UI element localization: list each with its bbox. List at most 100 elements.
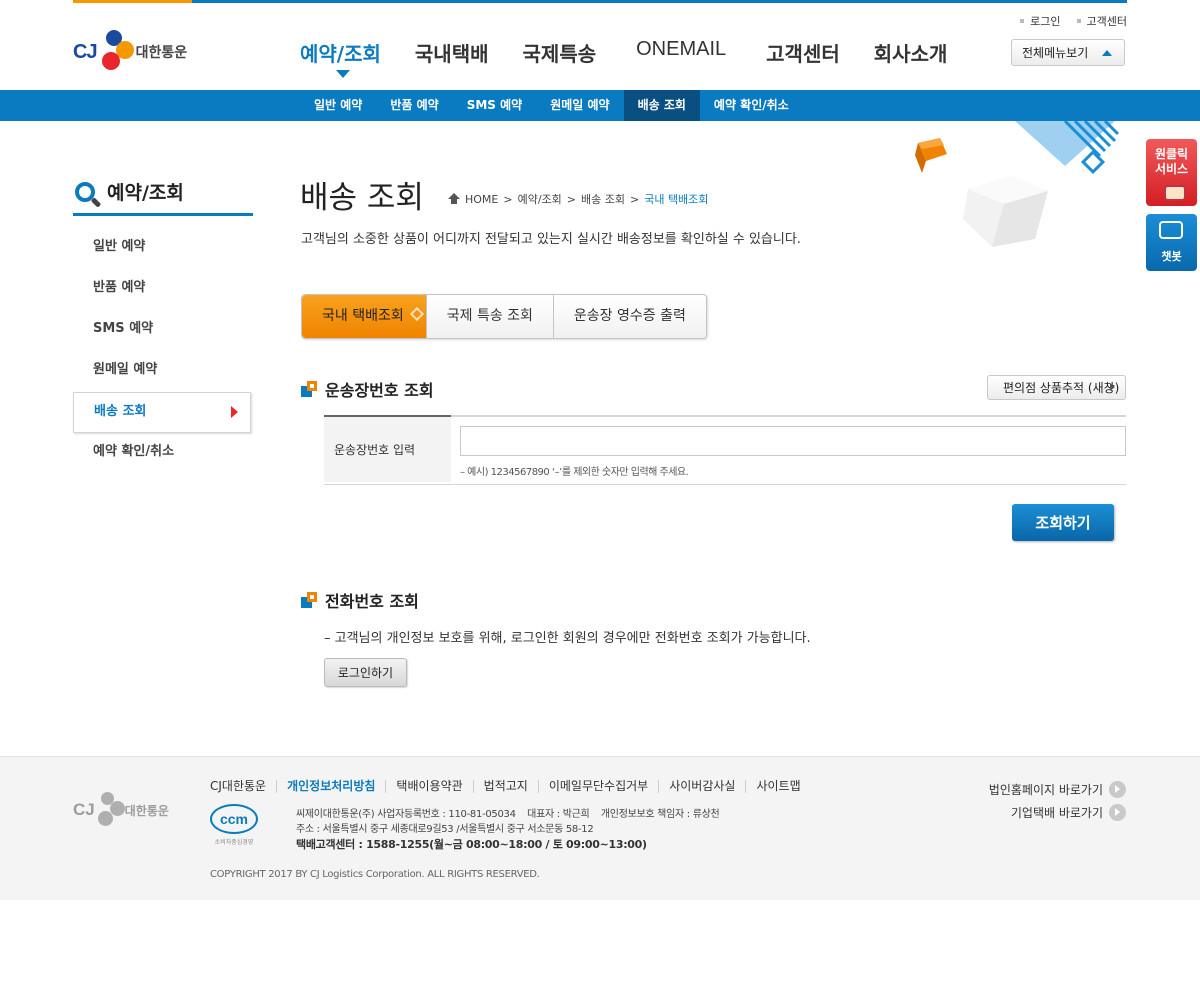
business-parcel-link[interactable]: 기업택배 바로가기: [989, 804, 1126, 821]
sidebar-item-return[interactable]: 반품 예약: [73, 269, 251, 310]
breadcrumb-sep: >: [503, 192, 513, 206]
login-link[interactable]: 로그인: [1020, 13, 1061, 29]
sidebar-title: 예약/조회: [73, 178, 253, 216]
footer-link-cyber-audit[interactable]: 사이버감사실: [658, 780, 745, 793]
gnb-reservation[interactable]: 예약/조회: [300, 38, 381, 78]
login-link-label: 로그인: [1030, 15, 1061, 28]
search-button[interactable]: 조회하기: [1012, 504, 1114, 541]
store-tracking-button[interactable]: 편의점 상품추적 (새창): [987, 375, 1126, 400]
subnav-tracking[interactable]: 배송 조회: [623, 90, 700, 121]
tab-domestic-label: 국내 택배조회: [322, 308, 404, 324]
company-info: 씨제이대한통운(주) 사업자등록번호 : 110-81-05034 대표자 : …: [296, 807, 720, 852]
chat-bubble-icon: [1159, 221, 1183, 239]
tab-receipt-print[interactable]: 운송장 영수증 출력: [554, 295, 706, 338]
footer-link-sitemap[interactable]: 사이트맵: [745, 780, 810, 793]
footer-logo: CJ 대한통운: [73, 790, 169, 830]
footer-links: CJ대한통운 개인정보처리방침 택배이용약관 법적고지 이메일무단수집거부 사이…: [210, 780, 811, 793]
waybill-field-label: 운송장번호 입력: [324, 415, 451, 482]
breadcrumb-sep: >: [566, 192, 576, 206]
ccm-badge-sub: 소비자중심경영: [214, 839, 254, 846]
waybill-input[interactable]: [460, 426, 1126, 456]
arrow-circle-icon: [1109, 804, 1126, 821]
subnav-general[interactable]: 일반 예약: [300, 90, 376, 121]
pointer-hand-icon: [1164, 185, 1186, 201]
subnav-return[interactable]: 반품 예약: [376, 90, 452, 121]
tab-domestic[interactable]: 국내 택배조회: [302, 295, 427, 338]
all-menu-button[interactable]: 전체메뉴보기: [1011, 39, 1125, 66]
decorative-cubes-graphic: [915, 121, 1120, 247]
active-arrow-icon: [336, 70, 350, 78]
caret-up-icon: [1102, 50, 1112, 56]
gnb-international[interactable]: 국제특송: [523, 38, 597, 67]
section-bullet-icon: [301, 381, 317, 397]
utility-links: 로그인 고객센터: [1020, 13, 1127, 29]
sidebar-item-sms[interactable]: SMS 예약: [73, 310, 251, 351]
subnav-confirm-cancel[interactable]: 예약 확인/취소: [700, 90, 803, 121]
page-title: 배송 조회: [300, 180, 424, 216]
footer-link-legal[interactable]: 법적고지: [472, 780, 538, 793]
arrow-right-icon: [1110, 383, 1115, 391]
logo-mark-icon: [98, 28, 134, 76]
customer-center-link-label: 고객센터: [1086, 15, 1127, 28]
search-icon: [73, 178, 103, 210]
phone-note: – 고객님의 개인정보 보호를 위해, 로그인한 회원의 경우에만 전화번호 조…: [324, 631, 811, 646]
subnav-sms[interactable]: SMS 예약: [453, 90, 537, 121]
waybill-heading: 운송장번호 조회: [301, 377, 434, 401]
corporate-homepage-link[interactable]: 법인홈페이지 바로가기: [989, 781, 1126, 798]
sidebar-item-tracking[interactable]: 배송 조회: [73, 392, 251, 433]
chatbot-button[interactable]: 챗봇: [1146, 214, 1197, 271]
sidebar-item-general[interactable]: 일반 예약: [73, 228, 251, 269]
tracking-tabs: 국내 택배조회 국제 특송 조회 운송장 영수증 출력: [301, 294, 707, 339]
bullet-icon: [1076, 19, 1081, 23]
arrow-circle-icon: [1109, 781, 1126, 798]
footer: CJ 대한통운 CJ대한통운 개인정보처리방침 택배이용약관 법적고지 이메일무…: [0, 756, 1200, 900]
customer-center-link[interactable]: 고객센터: [1076, 13, 1127, 29]
breadcrumb-reservation[interactable]: 예약/조회: [518, 191, 562, 207]
all-menu-label: 전체메뉴보기: [1022, 46, 1089, 60]
gnb-customer-center[interactable]: 고객센터: [766, 38, 840, 67]
breadcrumb: HOME > 예약/조회 > 배송 조회 > 국내 택배조회: [448, 191, 708, 207]
oneclick-label-1: 원클릭: [1154, 147, 1189, 161]
tab-international[interactable]: 국제 특송 조회: [427, 295, 554, 338]
top-accent-line: [73, 0, 1127, 3]
footer-shortcuts: 법인홈페이지 바로가기 기업택배 바로가기: [989, 781, 1126, 827]
company-info-line1: 씨제이대한통운(주) 사업자등록번호 : 110-81-05034 대표자 : …: [296, 809, 720, 820]
footer-link-terms[interactable]: 택배이용약관: [385, 780, 472, 793]
logo-cj: CJ: [73, 40, 98, 63]
footer-link-email-refusal[interactable]: 이메일무단수집거부: [537, 780, 658, 793]
breadcrumb-tracking[interactable]: 배송 조회: [581, 191, 625, 207]
ccm-badge: ccm 소비자중심경영: [210, 804, 258, 850]
breadcrumb-home[interactable]: HOME: [465, 193, 498, 206]
copyright: COPYRIGHT 2017 BY CJ Logistics Corporati…: [210, 869, 540, 880]
business-parcel-label: 기업택배 바로가기: [1010, 806, 1103, 820]
footer-link-privacy[interactable]: 개인정보처리방침: [276, 780, 385, 793]
subnav-onemail[interactable]: 원메일 예약: [536, 90, 623, 121]
footer-link-cj[interactable]: CJ대한통운: [210, 780, 276, 793]
breadcrumb-sep: >: [629, 192, 640, 206]
sidebar-item-onemail[interactable]: 원메일 예약: [73, 351, 251, 392]
page-description: 고객님의 소중한 상품이 어디까지 전달되고 있는지 실시간 배송정보를 확인하…: [301, 232, 801, 247]
home-icon: [448, 193, 460, 205]
sub-nav: 일반 예약 반품 예약 SMS 예약 원메일 예약 배송 조회 예약 확인/취소: [0, 90, 1200, 121]
gnb-onemail[interactable]: ONEMAIL: [636, 38, 726, 67]
bullet-icon: [1020, 19, 1025, 23]
oneclick-service-button[interactable]: 원클릭 서비스: [1146, 139, 1197, 206]
corporate-homepage-label: 법인홈페이지 바로가기: [988, 783, 1103, 797]
footer-logo-mark-icon: [95, 790, 125, 830]
cj-logo[interactable]: CJ 대한통운: [73, 27, 193, 77]
logo-name: 대한통운: [135, 45, 188, 61]
chatbot-label: 챗봇: [1161, 250, 1182, 263]
section-bullet-icon: [301, 592, 317, 608]
sidebar-title-text: 예약/조회: [107, 182, 184, 204]
gnb-company[interactable]: 회사소개: [874, 38, 948, 67]
phone-heading-text: 전화번호 조회: [325, 592, 419, 611]
ccm-badge-label: ccm: [210, 804, 258, 834]
sidebar-item-confirm-cancel[interactable]: 예약 확인/취소: [73, 433, 251, 474]
sidebar-item-tracking-label: 배송 조회: [94, 404, 147, 419]
login-button[interactable]: 로그인하기: [324, 658, 407, 687]
phone-heading: 전화번호 조회: [301, 588, 419, 612]
waybill-heading-text: 운송장번호 조회: [325, 381, 434, 400]
top-accent-orange: [73, 0, 192, 3]
gnb-reservation-label: 예약/조회: [300, 42, 381, 66]
gnb-domestic[interactable]: 국내택배: [415, 38, 489, 67]
